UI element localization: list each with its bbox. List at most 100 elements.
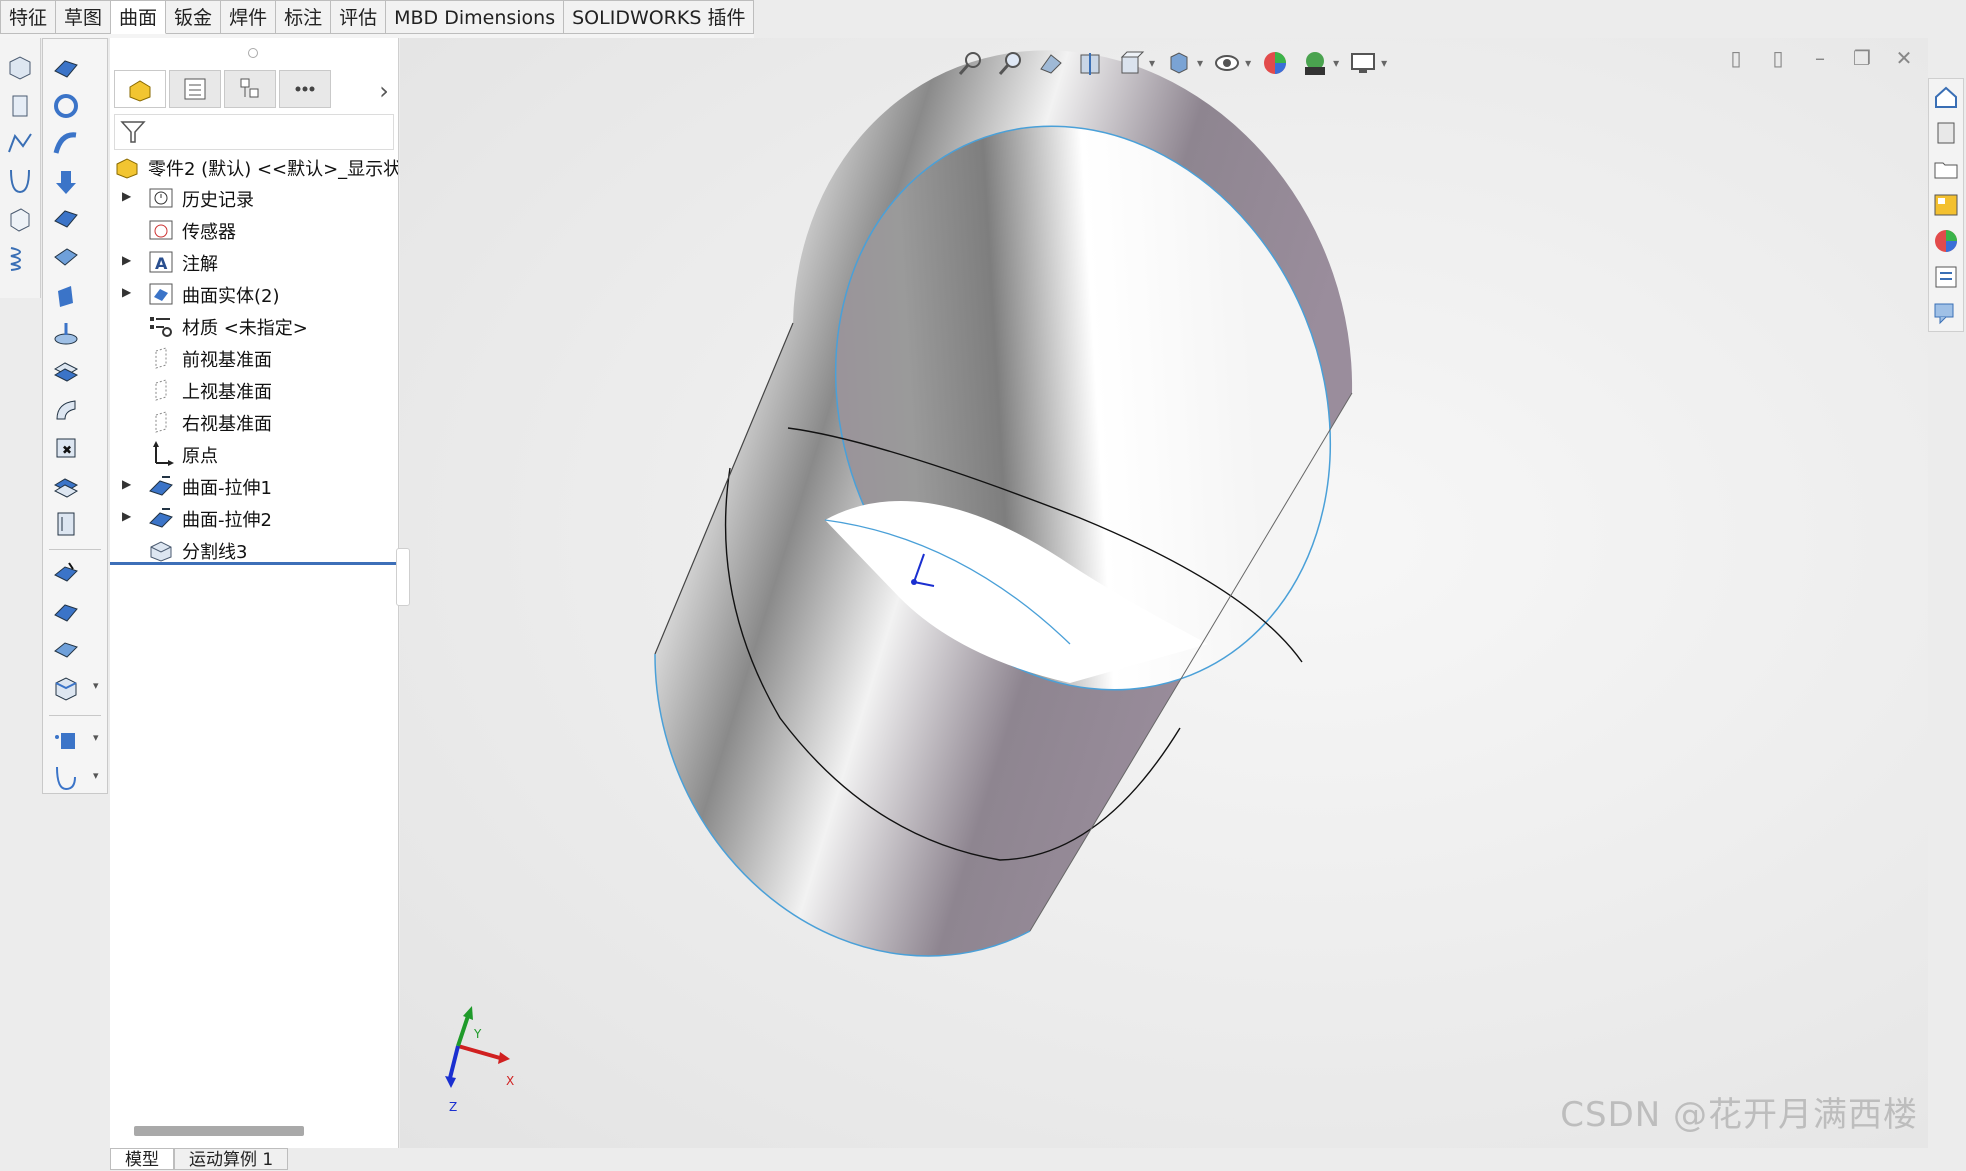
tab-model[interactable]: 模型 [110,1148,174,1170]
horizontal-scrollbar[interactable] [134,1126,304,1136]
expand-panel-icon[interactable]: › [372,78,396,104]
extruded-surface-icon[interactable] [51,53,83,85]
tree-item-history[interactable]: ▶ 历史记录 [110,183,398,213]
panel-splitter-handle[interactable] [396,548,410,606]
extend-surface-icon[interactable] [51,509,83,541]
boundary-surface-icon[interactable] [51,205,83,237]
zoom-to-area-icon[interactable] [995,47,1027,79]
close-icon[interactable]: ✕ [1892,46,1916,70]
tab-sheet-metal[interactable]: 钣金 [166,0,222,34]
lofted-surface-icon[interactable] [51,167,83,199]
custom-properties-icon[interactable] [1932,263,1962,293]
tree-item-right-plane[interactable]: 右视基准面 [110,407,398,437]
extruded-boss-icon[interactable] [5,90,37,122]
appearances-icon[interactable] [1932,227,1962,257]
expand-arrow-icon[interactable]: ▶ [122,189,131,203]
sketch-icon[interactable] [5,128,37,160]
surface-bodies-icon [148,281,174,307]
tree-item-surface-extrude-1[interactable]: ▶ 曲面-拉伸1 [110,471,398,501]
property-manager-tab-icon[interactable] [169,70,221,108]
surfaces-toolbar: ✖ ▾ ▾ ▾ [42,38,108,794]
thicken-icon[interactable] [51,673,83,705]
tree-item-surface-extrude-2[interactable]: ▶ 曲面-拉伸2 [110,503,398,533]
tab-solidworks-addins[interactable]: SOLIDWORKS 插件 [564,0,755,34]
split-right-icon[interactable]: ▯ [1766,46,1790,70]
reference-geometry-icon[interactable] [51,725,83,757]
trim-surface-icon[interactable] [51,559,83,591]
sketch-tool-strip [0,38,41,298]
feature-manager-tabs [114,70,334,110]
tab-motion-study-1[interactable]: 运动算例 1 [174,1148,289,1170]
revolved-surface-icon[interactable] [51,91,83,123]
offset-surface-icon[interactable] [51,319,83,351]
view-orientation-icon[interactable] [1115,47,1147,79]
hide-show-items-icon[interactable] [1211,47,1243,79]
home-icon[interactable] [1932,83,1962,113]
delete-face-icon[interactable]: ✖ [51,433,83,465]
restore-icon[interactable]: ❐ [1850,46,1874,70]
edit-appearance-icon[interactable] [1259,47,1291,79]
tab-weldments[interactable]: 焊件 [221,0,277,34]
split-left-icon[interactable]: ▯ [1724,46,1748,70]
tab-mbd-dimensions[interactable]: MBD Dimensions [386,0,565,34]
task-pane [1928,78,1964,332]
sensor-icon [148,217,174,243]
rollback-bar[interactable] [110,562,398,565]
graphics-viewport[interactable]: X Y Z ▾ ▾ ▾ ▾ ▾ ▯ ▯ – ❐ ✕ CSDN @花开月满西楼 [400,38,1928,1148]
forum-icon[interactable] [1932,299,1962,329]
tab-features[interactable]: 特征 [0,0,57,34]
expand-arrow-icon[interactable]: ▶ [122,509,131,523]
svg-text:✖: ✖ [62,443,72,457]
zoom-to-fit-icon[interactable] [955,47,987,79]
helix-icon[interactable] [5,242,37,274]
surface-extrude-icon [148,505,174,531]
tree-item-material[interactable]: 材质 <未指定> [110,311,398,341]
tree-filter-input[interactable] [114,114,394,150]
cylinder-surface-model[interactable]: X Y Z [400,38,1928,1148]
expand-arrow-icon[interactable]: ▶ [122,285,131,299]
tab-evaluate[interactable]: 评估 [331,0,387,34]
surface-body-icon[interactable] [5,204,37,236]
box-icon[interactable] [5,52,37,84]
tab-sketch[interactable]: 草图 [56,0,112,34]
ruled-surface-icon[interactable] [51,357,83,389]
view-settings-icon[interactable] [1347,47,1379,79]
tree-root-part[interactable]: 零件2 (默认) <<默认>_显示状态 [110,152,398,182]
filled-surface-icon[interactable] [51,243,83,275]
curves-dropdown-icon[interactable]: ▾ [93,769,99,782]
tab-surfaces[interactable]: 曲面 [111,0,167,34]
replace-face-icon[interactable] [51,471,83,503]
thicken-dropdown-icon[interactable]: ▾ [93,679,99,692]
tree-item-origin[interactable]: 原点 [110,439,398,469]
more-tabs-icon[interactable] [279,70,331,108]
panel-grip-icon[interactable] [248,48,258,58]
tree-item-top-plane[interactable]: 上视基准面 [110,375,398,405]
untrim-surface-icon[interactable] [51,597,83,629]
expand-arrow-icon[interactable]: ▶ [122,253,131,267]
tab-markup[interactable]: 标注 [276,0,332,34]
heads-up-toolbar: ▾ ▾ ▾ ▾ ▾ [955,44,1387,82]
curve-icon[interactable] [5,166,37,198]
feature-manager-tab-icon[interactable] [114,70,166,108]
file-explorer-icon[interactable] [1932,155,1962,185]
previous-view-icon[interactable] [1035,47,1067,79]
tree-item-sensors[interactable]: 传感器 [110,215,398,245]
section-view-icon[interactable] [1075,47,1107,79]
minimize-icon[interactable]: – [1808,46,1832,70]
surface-flatten-icon[interactable] [51,395,83,427]
view-palette-icon[interactable] [1932,191,1962,221]
configuration-manager-tab-icon[interactable] [224,70,276,108]
display-style-icon[interactable] [1163,47,1195,79]
tree-item-front-plane[interactable]: 前视基准面 [110,343,398,373]
curves-icon[interactable] [51,763,83,795]
tree-item-surface-bodies[interactable]: ▶ 曲面实体(2) [110,279,398,309]
apply-scene-icon[interactable] [1299,47,1331,79]
knit-surface-icon[interactable] [51,635,83,667]
planar-surface-icon[interactable] [51,281,83,313]
reference-geometry-dropdown-icon[interactable]: ▾ [93,731,99,744]
design-library-icon[interactable] [1932,119,1962,149]
expand-arrow-icon[interactable]: ▶ [122,477,131,491]
tree-item-annotations[interactable]: ▶ A 注解 [110,247,398,277]
swept-surface-icon[interactable] [51,129,83,161]
tree-item-split-line-3[interactable]: 分割线3 [110,535,398,565]
